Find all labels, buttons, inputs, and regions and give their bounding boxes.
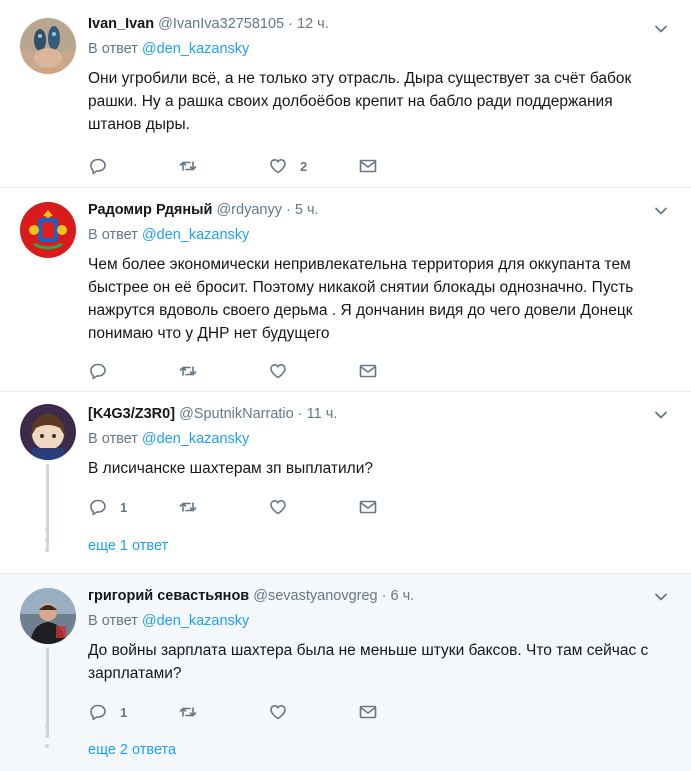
tweet[interactable]: Радомир Рдяный @rdyanyy · 5 ч. В ответ @… <box>0 188 691 392</box>
reply-to-label: В ответ <box>88 227 138 243</box>
direct-message-button[interactable] <box>358 359 448 383</box>
thread-dots <box>45 724 50 754</box>
like-button[interactable]: 2 <box>268 154 358 178</box>
tweet-text: Они угробили всё, а не только эту отрасл… <box>88 70 632 133</box>
reply-count: 1 <box>120 704 128 720</box>
heart-icon <box>270 500 286 515</box>
author-name[interactable]: Ivan_Ivan <box>88 16 154 32</box>
author-name[interactable]: [K4G3/Z3R0] <box>88 406 175 422</box>
tweet-time[interactable]: 6 ч. <box>391 588 415 604</box>
tweet-time[interactable]: 11 ч. <box>307 406 338 422</box>
like-button[interactable] <box>268 700 358 724</box>
retweet-button[interactable] <box>178 359 268 383</box>
tweet-header: Радомир Рдяный @rdyanyy · 5 ч. <box>88 202 319 218</box>
direct-message-button[interactable] <box>358 700 448 724</box>
reply-to-link[interactable]: @den_kazansky <box>142 41 249 57</box>
reply-to-label: В ответ <box>88 41 138 57</box>
heart-icon <box>270 364 286 379</box>
tweet[interactable]: Ivan_Ivan @IvanIva32758105 · 12 ч. В отв… <box>0 0 691 188</box>
reply-to-label: В ответ <box>88 613 138 629</box>
reply-icon <box>90 499 106 516</box>
tweet-actions: 1 <box>88 700 448 724</box>
author-handle[interactable]: @sevastyanovgreg <box>253 588 377 604</box>
retweet-icon <box>179 161 197 171</box>
tweet-time[interactable]: 5 ч. <box>295 202 319 218</box>
reply-to: В ответ @den_kazansky <box>88 611 651 631</box>
envelope-icon <box>359 364 377 378</box>
retweet-button[interactable] <box>178 700 268 724</box>
like-button[interactable] <box>268 359 358 383</box>
retweet-button[interactable] <box>178 154 268 178</box>
reply-icon <box>90 704 106 721</box>
reply-to-link[interactable]: @den_kazansky <box>142 227 249 243</box>
reply-button[interactable] <box>88 154 178 178</box>
retweet-icon <box>179 366 197 376</box>
author-name[interactable]: Радомир Рдяный <box>88 202 212 218</box>
chevron-down-icon[interactable] <box>653 407 669 423</box>
tweet-header: [K4G3/Z3R0] @SputnikNarratio · 11 ч. <box>88 406 338 422</box>
avatar[interactable] <box>20 404 76 460</box>
reply-icon <box>90 158 106 175</box>
reply-button[interactable]: 1 <box>88 495 178 519</box>
tweet-actions <box>88 359 448 383</box>
tweet[interactable]: григорий севастьянов @sevastyanovgreg · … <box>0 574 691 771</box>
retweet-button[interactable] <box>178 495 268 519</box>
avatar[interactable] <box>20 588 76 644</box>
thread-dots <box>45 528 50 558</box>
heart-icon <box>270 159 286 174</box>
chevron-down-icon[interactable] <box>653 21 669 37</box>
heart-icon <box>270 705 286 720</box>
show-more-replies-link[interactable]: еще 2 ответа <box>88 742 176 758</box>
reply-to-label: В ответ <box>88 431 138 447</box>
reply-icon <box>90 363 106 380</box>
reply-to: В ответ @den_kazansky <box>88 225 651 245</box>
envelope-icon <box>359 705 377 719</box>
tweet-header: Ivan_Ivan @IvanIva32758105 · 12 ч. <box>88 16 329 32</box>
chevron-down-icon[interactable] <box>653 203 669 219</box>
retweet-icon <box>179 502 197 512</box>
reply-to: В ответ @den_kazansky <box>88 429 651 449</box>
like-count: 2 <box>300 158 308 174</box>
avatar[interactable] <box>20 18 76 74</box>
reply-count: 1 <box>120 499 128 515</box>
author-handle[interactable]: @rdyanyy <box>216 202 282 218</box>
tweet-actions: 1 <box>88 495 448 519</box>
author-name[interactable]: григорий севастьянов <box>88 588 249 604</box>
tweet-text: До войны зарплата шахтера была не меньше… <box>88 642 649 682</box>
tweet-time[interactable]: 12 ч. <box>297 16 329 32</box>
envelope-icon <box>359 159 377 173</box>
direct-message-button[interactable] <box>358 154 448 178</box>
author-handle[interactable]: @SputnikNarratio <box>179 406 294 422</box>
tweet-header: григорий севастьянов @sevastyanovgreg · … <box>88 588 415 604</box>
reply-button[interactable] <box>88 359 178 383</box>
tweet-text: Чем более экономически непривлекательна … <box>88 256 634 342</box>
chevron-down-icon[interactable] <box>653 589 669 605</box>
direct-message-button[interactable] <box>358 495 448 519</box>
retweet-icon <box>179 707 197 717</box>
tweet-text: В лисичанске шахтерам зп выплатили? <box>88 460 374 477</box>
author-handle[interactable]: @IvanIva32758105 <box>158 16 284 32</box>
reply-to-link[interactable]: @den_kazansky <box>142 431 249 447</box>
avatar[interactable] <box>20 202 76 258</box>
envelope-icon <box>359 500 377 514</box>
tweet-actions: 2 <box>88 154 448 178</box>
tweet[interactable]: [K4G3/Z3R0] @SputnikNarratio · 11 ч. В о… <box>0 392 691 574</box>
reply-to: В ответ @den_kazansky <box>88 39 651 59</box>
show-more-replies-link[interactable]: еще 1 ответ <box>88 538 168 554</box>
reply-button[interactable]: 1 <box>88 700 178 724</box>
reply-to-link[interactable]: @den_kazansky <box>142 613 249 629</box>
like-button[interactable] <box>268 495 358 519</box>
